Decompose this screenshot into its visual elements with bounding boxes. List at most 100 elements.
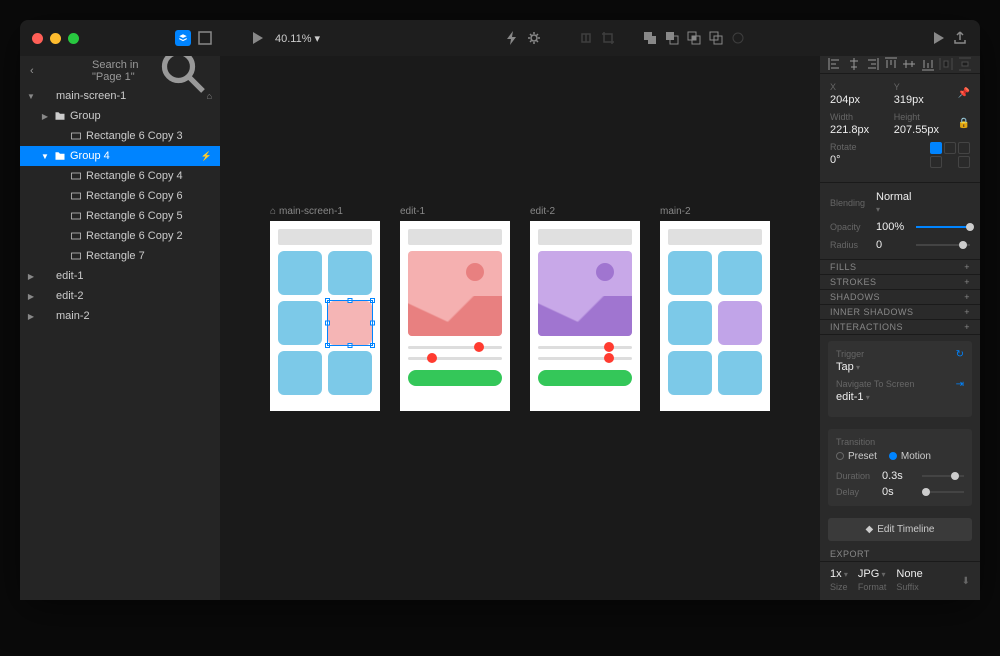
artboard-label[interactable]: main-2 [660, 206, 691, 217]
pin-icon[interactable]: 📌 [958, 88, 970, 99]
search-bar[interactable]: ‹ Search in "Page 1" [20, 56, 220, 86]
tree-item[interactable]: ▶ Group [20, 106, 220, 126]
align-right-icon[interactable] [865, 57, 879, 71]
delay-slider[interactable] [922, 491, 964, 493]
inner-shadows-header: INNER SHADOWS [830, 307, 914, 317]
tree-item[interactable]: Rectangle 6 Copy 2 [20, 226, 220, 246]
distribute-v-icon[interactable] [958, 57, 972, 71]
align-center-h-icon[interactable] [847, 57, 861, 71]
disclosure-icon[interactable]: ▶ [26, 292, 36, 301]
lock-icon[interactable]: 🔒 [958, 118, 970, 129]
close-window[interactable] [32, 33, 43, 44]
tree-item[interactable]: ▶edit-2 [20, 286, 220, 306]
opacity-value[interactable]: 100% [876, 221, 908, 233]
tree-item[interactable]: Rectangle 6 Copy 4 [20, 166, 220, 186]
export-suffix[interactable]: None [896, 568, 922, 580]
tree-item[interactable]: Rectangle 6 Copy 6 [20, 186, 220, 206]
disclosure-icon[interactable]: ▼ [26, 92, 36, 101]
refresh-icon[interactable]: ↻ [956, 349, 964, 360]
tree-item[interactable]: Rectangle 6 Copy 3 [20, 126, 220, 146]
minimize-window[interactable] [50, 33, 61, 44]
union-icon[interactable] [642, 30, 658, 46]
align-top-icon[interactable] [884, 57, 898, 71]
delay-value[interactable]: 0s [882, 486, 914, 498]
download-icon[interactable]: ⬇ [962, 576, 970, 587]
trigger-value[interactable]: Tap [836, 361, 964, 373]
artboard-label[interactable]: edit-2 [530, 206, 555, 217]
add-fill-icon[interactable]: + [964, 262, 970, 272]
tree-item[interactable]: Rectangle 7 [20, 246, 220, 266]
preset-radio[interactable]: Preset [836, 451, 877, 462]
intersect-icon[interactable] [686, 30, 702, 46]
tree-item[interactable]: Rectangle 6 Copy 5 [20, 206, 220, 226]
distribute-h-icon[interactable] [939, 57, 953, 71]
crop-icon[interactable] [600, 30, 616, 46]
artboard-edit-1[interactable] [400, 221, 510, 411]
height-value[interactable]: 207.55px [894, 124, 948, 136]
duration-value[interactable]: 0.3s [882, 470, 914, 482]
duration-slider[interactable] [922, 475, 964, 477]
alignment-row [820, 56, 980, 74]
export-size[interactable]: 1x [830, 568, 848, 580]
tree-item[interactable]: ▼Group 4⚡ [20, 146, 220, 166]
width-value[interactable]: 221.8px [830, 124, 884, 136]
y-value[interactable]: 319px [894, 94, 948, 106]
add-shadow-icon[interactable]: + [964, 292, 970, 302]
navigate-label: Navigate To Screen [836, 379, 964, 389]
disclosure-icon[interactable]: ▶ [26, 272, 36, 281]
difference-icon[interactable] [708, 30, 724, 46]
add-stroke-icon[interactable]: + [964, 277, 970, 287]
add-inner-shadow-icon[interactable]: + [964, 307, 970, 317]
align-center-v-icon[interactable] [902, 57, 916, 71]
gear-icon[interactable] [526, 30, 542, 46]
play-icon[interactable] [249, 30, 265, 46]
tree-item-label: Group [70, 110, 212, 122]
navigate-value[interactable]: edit-1 [836, 391, 964, 403]
canvas[interactable]: ⌂main-screen-1 [220, 56, 820, 600]
artboard-main-2[interactable] [660, 221, 770, 411]
link-icon[interactable] [578, 30, 594, 46]
export-format[interactable]: JPG [858, 568, 887, 580]
target-icon[interactable]: ⇥ [956, 379, 964, 390]
share-icon[interactable] [952, 30, 968, 46]
flatten-icon[interactable] [730, 30, 746, 46]
edit-timeline-button[interactable]: ◆Edit Timeline [828, 518, 972, 541]
motion-radio[interactable]: Motion [889, 451, 931, 462]
maximize-window[interactable] [68, 33, 79, 44]
tree-item[interactable]: ▼main-screen-1⌂ [20, 86, 220, 106]
artboard-main-screen-1[interactable] [270, 221, 380, 411]
blending-value[interactable]: Normal [876, 191, 908, 215]
artboard-label[interactable]: edit-1 [400, 206, 425, 217]
tile-selected[interactable] [328, 301, 372, 345]
disclosure-icon[interactable]: ▶ [40, 112, 50, 121]
x-value[interactable]: 204px [830, 94, 884, 106]
preview-play-icon[interactable] [930, 30, 946, 46]
back-icon[interactable]: ‹ [30, 65, 86, 77]
rotate-value[interactable]: 0° [830, 154, 920, 166]
artboard-edit-2[interactable] [530, 221, 640, 411]
add-interaction-icon[interactable]: + [964, 322, 970, 332]
disclosure-icon[interactable]: ▼ [40, 152, 50, 161]
artboard-label[interactable]: main-screen-1 [279, 206, 343, 217]
header-bar [278, 229, 372, 245]
align-bottom-icon[interactable] [921, 57, 935, 71]
inspector-panel: X204px Y319px 📌 Width221.8px Height207.5… [820, 56, 980, 600]
opacity-slider[interactable] [916, 226, 970, 228]
zoom-level[interactable]: 40.11% ▾ [275, 32, 320, 45]
subtract-icon[interactable] [664, 30, 680, 46]
align-left-icon[interactable] [828, 57, 842, 71]
disclosure-icon[interactable]: ▶ [26, 312, 36, 321]
tile [328, 251, 372, 295]
components-tab-icon[interactable] [197, 30, 213, 46]
diamond-icon: ◆ [866, 524, 874, 535]
tree-item[interactable]: ▶main-2 [20, 306, 220, 326]
tree-item[interactable]: ▶edit-1 [20, 266, 220, 286]
layers-tab-icon[interactable] [175, 30, 191, 46]
search-label: Search in "Page 1" [92, 59, 148, 83]
radius-slider[interactable] [916, 244, 970, 246]
radius-value[interactable]: 0 [876, 239, 908, 251]
bolt-icon[interactable] [504, 30, 520, 46]
layers-panel: ‹ Search in "Page 1" ▼main-screen-1⌂ ▶ Gro… [20, 56, 220, 600]
anchor-grid[interactable] [930, 142, 970, 168]
tree-item-label: Rectangle 6 Copy 4 [86, 170, 212, 182]
